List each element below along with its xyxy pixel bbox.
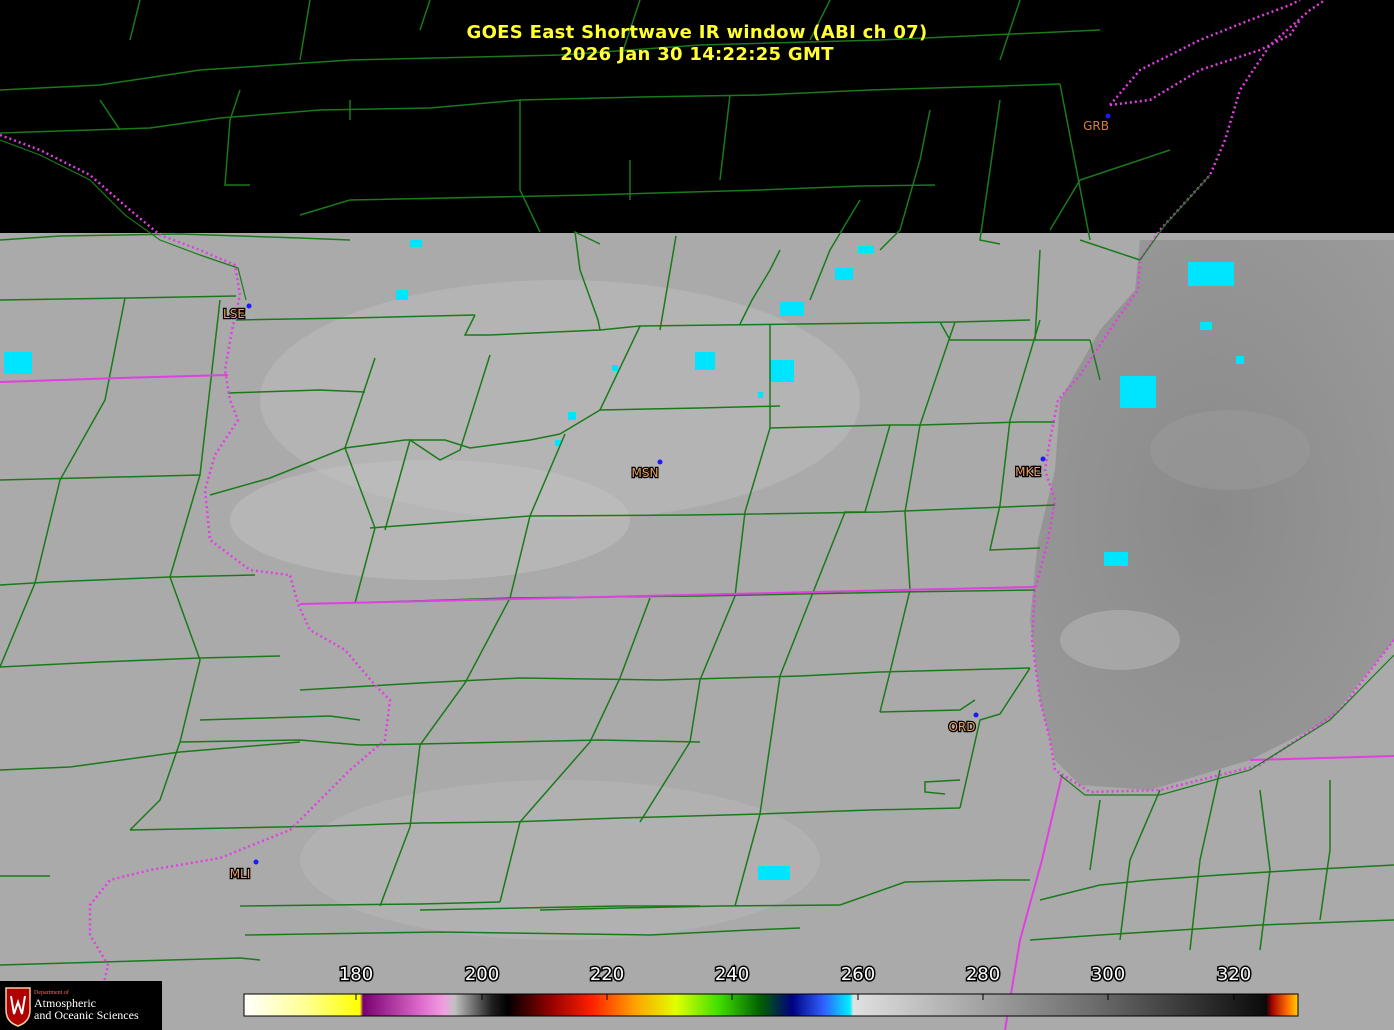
cloud-band bbox=[300, 780, 820, 940]
colorbar-tick-label: 280 bbox=[966, 964, 1000, 985]
colorbar-tick-label: 180 bbox=[339, 964, 373, 985]
lake-cloud bbox=[1150, 410, 1310, 490]
colorbar-tick-label: 240 bbox=[715, 964, 749, 985]
logo-text: Department of Atmospheric and Oceanic Sc… bbox=[34, 990, 139, 1021]
city-dot bbox=[973, 712, 979, 718]
city-dot bbox=[253, 859, 259, 865]
city-label: LSE bbox=[223, 307, 245, 321]
image-title: GOES East Shortwave IR window (ABI ch 07… bbox=[466, 22, 928, 43]
colorbar-tick-label: 220 bbox=[590, 964, 624, 985]
city-label: MLI bbox=[230, 867, 251, 881]
colorbar-tick-label: 260 bbox=[841, 964, 875, 985]
city-label: MKE bbox=[1015, 465, 1041, 479]
aos-logo: Department of Atmospheric and Oceanic Sc… bbox=[0, 981, 162, 1030]
uw-crest-icon bbox=[5, 987, 31, 1027]
lake-cloud bbox=[1060, 610, 1180, 670]
city-dot bbox=[1105, 113, 1111, 119]
city-dot bbox=[246, 303, 252, 309]
colorbar-tick-label: 300 bbox=[1091, 964, 1125, 985]
satellite-image-viewer: GRB LSE MSN MKE ORD MLI 180 200 220 240 … bbox=[0, 0, 1394, 1030]
colorbar-tick-label: 320 bbox=[1217, 964, 1251, 985]
image-timestamp: 2026 Jan 30 14:22:25 GMT bbox=[560, 44, 834, 65]
city-label: ORD bbox=[948, 720, 975, 734]
colorbar-gradient bbox=[243, 993, 1299, 1017]
logo-line2: and Oceanic Sciences bbox=[34, 1008, 139, 1022]
cloud-band bbox=[230, 460, 630, 580]
city-label: MSN bbox=[632, 466, 659, 480]
city-dot bbox=[1040, 456, 1046, 462]
city-label: GRB bbox=[1083, 119, 1109, 133]
satellite-map: GRB LSE MSN MKE ORD MLI 180 200 220 240 … bbox=[0, 0, 1394, 1030]
city-dot bbox=[657, 459, 663, 465]
colorbar-tick-label: 200 bbox=[465, 964, 499, 985]
